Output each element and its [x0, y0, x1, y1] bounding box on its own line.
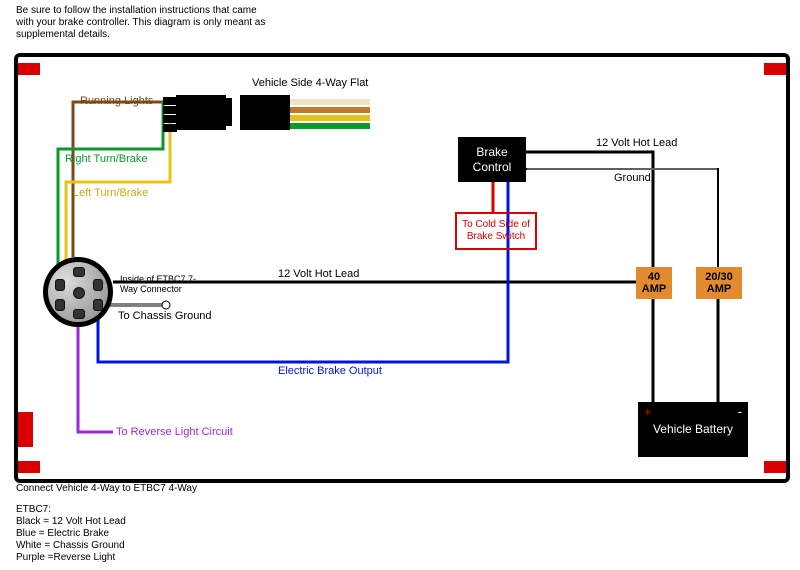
label-right-turn: Right Turn/Brake	[65, 153, 148, 165]
label-running-lights: Running Lights	[80, 95, 153, 107]
label-hot-lead-mid: 12 Volt Hot Lead	[278, 268, 359, 280]
footer-line3: Black = 12 Volt Hot Lead	[16, 516, 126, 528]
etbc7-4way-connector	[176, 95, 226, 130]
etbc7-7way-connector	[43, 257, 113, 327]
brake-control-box: Brake Control	[458, 137, 526, 182]
vehicle-4way-connector	[240, 95, 290, 130]
header-instructions: Be sure to follow the installation instr…	[16, 5, 276, 41]
footer-line2: ETBC7:	[16, 504, 51, 516]
label-electric-brake: Electric Brake Output	[278, 365, 382, 377]
battery-plus: +	[644, 404, 652, 420]
footer-line4: Blue = Electric Brake	[16, 528, 109, 540]
label-hot-lead-top: 12 Volt Hot Lead	[596, 137, 677, 149]
label-chassis-ground: To Chassis Ground	[118, 310, 212, 322]
diagram-frame: Brake Control To Cold Side of Brake Swit…	[14, 53, 790, 483]
label-reverse: To Reverse Light Circuit	[116, 426, 233, 438]
footer-line6: Purple =Reverse Light	[16, 552, 115, 564]
battery-label: Vehicle Battery	[653, 422, 733, 436]
fuse-2030amp: 20/30 AMP	[696, 267, 742, 299]
battery-minus: -	[738, 404, 742, 420]
label-7way-inside: Inside of ETBC7 7-Way Connector	[120, 275, 200, 295]
cold-side-box: To Cold Side of Brake Switch	[455, 212, 537, 250]
footer-line5: White = Chassis Ground	[16, 540, 125, 552]
footer-line1: Connect Vehicle 4-Way to ETBC7 4-Way	[16, 483, 197, 495]
label-left-turn: Left Turn/Brake	[73, 187, 148, 199]
label-vehicle-4way: Vehicle Side 4-Way Flat	[252, 77, 368, 89]
fuse-40amp: 40 AMP	[636, 267, 672, 299]
label-ground: Ground	[614, 172, 651, 184]
vehicle-battery-box: + - Vehicle Battery	[638, 402, 748, 457]
